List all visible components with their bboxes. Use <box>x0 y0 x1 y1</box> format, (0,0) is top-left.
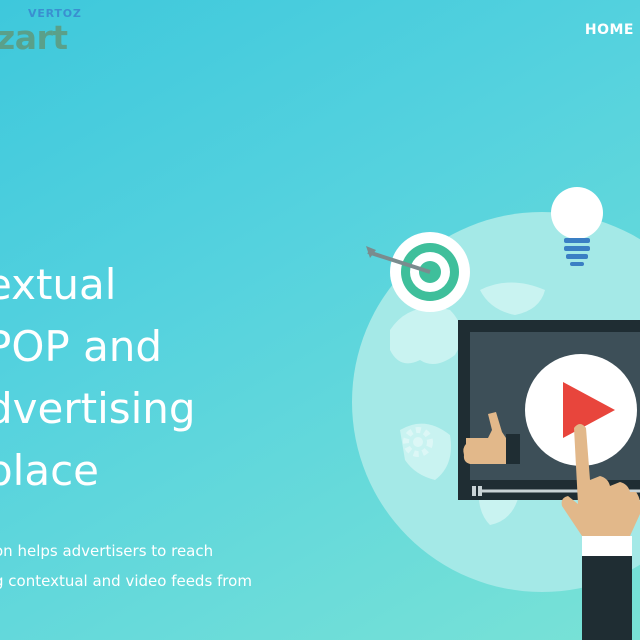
subtitle-line: on helps advertisers to reach <box>0 542 214 560</box>
nav-home-link[interactable]: HOME <box>585 22 634 38</box>
headline-line: POP and <box>0 322 163 371</box>
headline-line: dvertising <box>0 384 196 433</box>
hero-illustration <box>352 187 640 640</box>
headline-line: place <box>0 446 99 495</box>
hero-headline: extual POP and dvertising place <box>0 254 196 502</box>
headline-line: extual <box>0 260 117 309</box>
subtitle-line: g contextual and video feeds from <box>0 572 252 590</box>
hero-subtitle: on helps advertisers to reach g contextu… <box>0 536 252 596</box>
logo-main-text: zart <box>0 18 68 57</box>
